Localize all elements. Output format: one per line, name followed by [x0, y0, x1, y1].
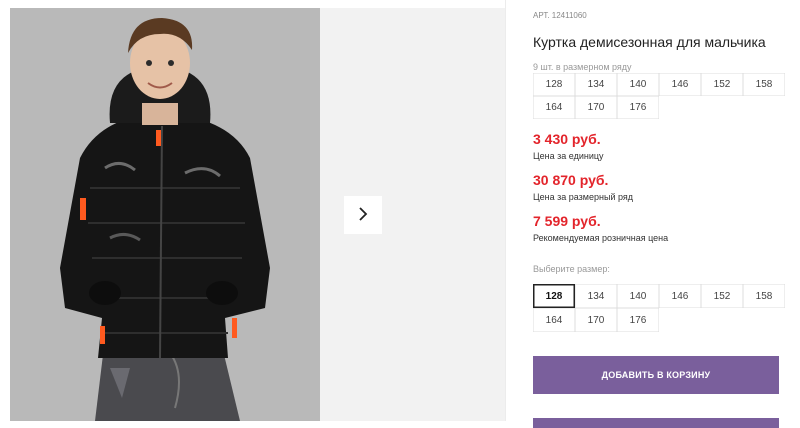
pack-caption: 9 шт. в размерном ряду	[533, 62, 632, 72]
size-option-selected[interactable]: 128	[533, 284, 575, 308]
product-photo	[10, 8, 320, 421]
pack-size-cell: 158	[743, 73, 785, 96]
size-select-label: Выберите размер:	[533, 264, 610, 274]
pack-size-cell: 128	[533, 73, 575, 96]
product-sku: АРТ. 12411060	[533, 11, 587, 20]
pack-size-cell: 152	[701, 73, 743, 96]
pack-size-cell: 134	[575, 73, 617, 96]
unit-price: 3 430 руб.	[533, 131, 601, 147]
secondary-action-button[interactable]	[533, 418, 779, 428]
size-option[interactable]: 170	[575, 308, 617, 332]
size-option[interactable]: 140	[617, 284, 659, 308]
size-option[interactable]: 152	[701, 284, 743, 308]
pack-price-label: Цена за размерный ряд	[533, 192, 634, 202]
unit-price-label: Цена за единицу	[533, 151, 604, 161]
pack-size-cell: 170	[575, 96, 617, 119]
size-option[interactable]: 158	[743, 284, 785, 308]
product-title: Куртка демисезонная для мальчика	[533, 34, 766, 50]
pack-size-cell: 176	[617, 96, 659, 119]
product-info-panel: АРТ. 12411060 Куртка демисезонная для ма…	[533, 0, 800, 428]
pack-size-grid: 128 134 140 146 152 158 164 170 176	[533, 73, 785, 119]
size-option[interactable]: 134	[575, 284, 617, 308]
retail-price-label: Рекомендуемая розничная цена	[533, 233, 669, 243]
add-to-cart-button[interactable]: ДОБАВИТЬ В КОРЗИНУ	[533, 356, 779, 394]
size-option[interactable]: 164	[533, 308, 575, 332]
pack-price: 30 870 руб.	[533, 172, 609, 188]
column-divider	[505, 0, 506, 421]
size-selector: 128 134 140 146 152 158 164 170 176	[533, 284, 785, 332]
size-option[interactable]: 176	[617, 308, 659, 332]
retail-price: 7 599 руб.	[533, 213, 601, 229]
pack-size-cell: 140	[617, 73, 659, 96]
size-option[interactable]: 146	[659, 284, 701, 308]
chevron-right-icon	[357, 206, 369, 225]
pack-size-cell: 164	[533, 96, 575, 119]
pack-size-cell: 146	[659, 73, 701, 96]
product-gallery	[0, 0, 505, 421]
next-image-button[interactable]	[344, 196, 382, 234]
